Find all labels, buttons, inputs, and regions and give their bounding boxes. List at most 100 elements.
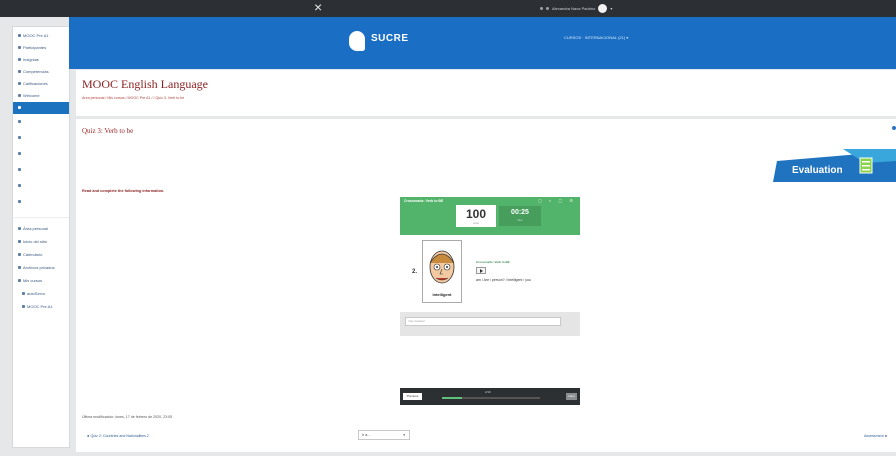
sidebar-item[interactable]: MOOC Pre A1	[13, 302, 69, 312]
sidebar-item[interactable]: Competencias	[13, 67, 69, 77]
sidebar-item[interactable]: MOOC Pre A1	[13, 31, 69, 41]
timer-value: 00:25	[511, 209, 529, 216]
score-box: 100 score	[456, 205, 496, 227]
folder-icon	[18, 184, 21, 188]
folder-icon	[18, 94, 21, 98]
last-modified: Última modificación: lunes, 17 de febrer…	[82, 415, 173, 419]
sidebar-item-label: autoServo	[27, 291, 46, 296]
settings-icon[interactable]	[892, 126, 896, 130]
sidebar-item[interactable]: Área personal	[13, 224, 69, 234]
home-icon	[18, 227, 21, 231]
sidebar-item[interactable]: Participantes	[13, 43, 69, 53]
play-audio-button[interactable]	[476, 267, 486, 274]
message-icon[interactable]	[546, 7, 549, 10]
graduation-cap-icon	[22, 305, 25, 309]
timer-label: time	[517, 219, 523, 222]
sidebar-item[interactable]: Calendario	[13, 250, 69, 260]
sidebar-item-label: Insignias	[23, 57, 39, 62]
avatar[interactable]	[598, 4, 608, 13]
sidebar-item-label: Calificaciones	[23, 81, 48, 86]
divider	[13, 217, 69, 218]
previous-activity-link[interactable]: ◄ Quiz 2: Countries and Nationalities 2	[86, 434, 149, 438]
users-icon	[18, 46, 21, 50]
main-content: Quiz 3: Verb to be Evaluation Read and c…	[76, 119, 896, 452]
sidebar-item[interactable]	[13, 133, 69, 143]
folder-icon	[18, 136, 21, 140]
chevron-down-icon[interactable]: ▾	[610, 3, 612, 14]
next-activity-link[interactable]: Assessment ►	[864, 434, 888, 438]
sidebar-item-label: Calendario	[23, 252, 43, 257]
question-image: Intelligent	[422, 240, 462, 303]
sidebar-item-label: Competencias	[23, 69, 49, 74]
h5p-toolbar-icons[interactable]: ▢ ◐ ▢ ⚙	[538, 198, 576, 203]
sidebar-item[interactable]: Inicio del sitio	[13, 237, 69, 247]
h5p-status-bar: Crossroads: Verb to BE ▢ ◐ ▢ ⚙ 100 score…	[400, 197, 580, 235]
close-icon[interactable]: ×	[314, 0, 322, 16]
question-number: 2.	[412, 269, 418, 275]
scrambled-words: am / Are / person? / intelligent / you	[476, 278, 531, 282]
logo-text: SUCRE	[371, 33, 409, 44]
user-menu[interactable]: Alexandra Nava Padrino ▾	[540, 3, 612, 14]
h5p-navigation: Previous 2/10 Next	[400, 388, 580, 405]
sidebar-item-label: Welcome	[23, 93, 40, 98]
page-title: MOOC English Language	[82, 77, 208, 91]
sidebar-item[interactable]: Welcome	[13, 91, 69, 101]
course-menu[interactable]: CURSOS · INTERNACIONAL (21) ▾	[564, 35, 628, 40]
check-square-icon	[18, 70, 21, 74]
score-label: score	[472, 222, 480, 225]
chevron-down-icon: ▾	[403, 433, 405, 437]
progress-bar	[442, 397, 540, 399]
jump-to-value: Ir a...	[362, 433, 371, 437]
previous-button[interactable]: Previous	[403, 393, 422, 400]
sidebar-item[interactable]	[13, 165, 69, 175]
graduation-cap-icon	[18, 279, 21, 283]
badge-icon	[18, 58, 21, 62]
sidebar-item[interactable]	[13, 181, 69, 191]
folder-icon	[18, 168, 21, 172]
sidebar: MOOC Pre A1 Participantes Insignias Comp…	[12, 26, 70, 448]
jump-to-select[interactable]: Ir a... ▾	[358, 430, 410, 440]
top-navbar: × Alexandra Nava Padrino ▾	[0, 0, 896, 17]
sidebar-item-label: Inicio del sitio	[23, 239, 48, 244]
graduation-cap-icon	[22, 292, 25, 296]
sidebar-item-label: Área personal	[23, 226, 48, 231]
sidebar-item-label: Participantes	[23, 45, 47, 50]
user-name[interactable]: Alexandra Nava Padrino	[552, 3, 595, 14]
answer-input[interactable]: Your Answer	[405, 317, 561, 326]
sidebar-item[interactable]: Archivos privados	[13, 263, 69, 273]
h5p-activity: Crossroads: Verb to BE ▢ ◐ ▢ ⚙ 100 score…	[400, 197, 580, 336]
checklist-icon	[859, 157, 873, 174]
answer-area: Your Answer	[400, 312, 580, 336]
site-logo[interactable]: SUCRE	[349, 27, 469, 59]
sidebar-item[interactable]	[13, 117, 69, 127]
graduation-cap-icon	[18, 34, 21, 38]
timer-box: 00:25 time	[499, 206, 541, 226]
h5p-bar-title: Crossroads: Verb to BE	[404, 199, 444, 203]
home-icon	[18, 240, 21, 244]
sidebar-item[interactable]: autoServo	[13, 289, 69, 299]
sidebar-item[interactable]: Calificaciones	[13, 79, 69, 89]
instructions-text: Read and complete the following informat…	[82, 189, 165, 193]
header-banner: SUCRE CURSOS · INTERNACIONAL (21) ▾	[69, 17, 896, 69]
sidebar-item-label: MOOC Pre A1	[23, 33, 49, 38]
folder-icon	[18, 106, 21, 110]
sidebar-item[interactable]: Insignias	[13, 55, 69, 65]
question-title: Crossroads: Verb to BE	[476, 260, 510, 264]
logo-icon	[349, 31, 365, 51]
image-caption: Intelligent	[432, 292, 452, 297]
evaluation-label: Evaluation	[792, 165, 843, 176]
notification-icon[interactable]	[540, 7, 543, 10]
cartoon-face-image	[429, 250, 455, 284]
breadcrumb[interactable]: Área personal / Mis cursos / MOOC Pre A1…	[82, 96, 184, 100]
calendar-icon	[18, 253, 21, 257]
score-value: 100	[465, 207, 487, 221]
sidebar-item[interactable]: Mis cursos	[13, 276, 69, 286]
sidebar-item-label: MOOC Pre A1	[27, 304, 53, 309]
folder-icon	[18, 152, 21, 156]
next-button[interactable]: Next	[566, 393, 577, 400]
folder-icon	[18, 120, 21, 124]
sidebar-item-active[interactable]	[13, 102, 69, 114]
table-icon	[18, 82, 21, 86]
sidebar-item[interactable]	[13, 149, 69, 159]
sidebar-item[interactable]	[13, 197, 69, 207]
